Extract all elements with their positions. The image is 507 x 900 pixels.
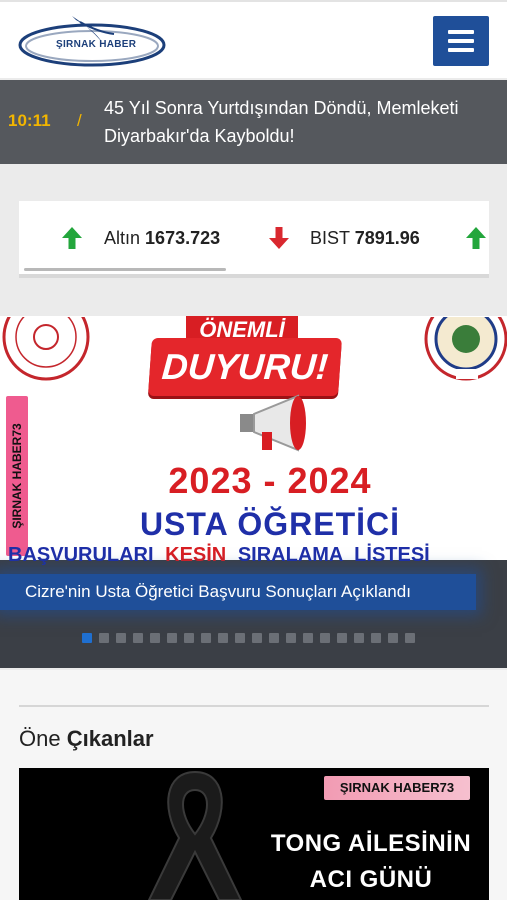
slider-dot[interactable] (116, 633, 126, 643)
slider-dot[interactable] (133, 633, 143, 643)
slider-dot[interactable] (150, 633, 160, 643)
featured-heading-prefix: Öne (19, 726, 61, 751)
site-header: ŞIRNAK HABER (0, 0, 507, 78)
ministry-seal-icon (2, 317, 90, 381)
slider-dot[interactable] (252, 633, 262, 643)
slide-duyuru-label: DUYURU! (147, 338, 343, 396)
arrow-up-icon (62, 227, 82, 249)
slider-dot[interactable] (354, 633, 364, 643)
black-ribbon-icon (147, 770, 243, 900)
breaking-news-time: 10:11 (8, 111, 51, 130)
slider-dot[interactable] (405, 633, 415, 643)
megaphone-icon (240, 394, 306, 452)
headline-slider[interactable]: ÖNEMLİ DUYURU! ŞIRNAK HABER73 2023 - 202… (0, 316, 507, 668)
ticker-value: 1673.723 (145, 228, 221, 248)
market-ticker: Altın 1673.723 BIST 7891.96 (19, 201, 489, 277)
featured-card-tag: ŞIRNAK HABER73 (324, 776, 470, 800)
breaking-news-bar: 10:11 / 45 Yıl Sonra Yurtdışından Döndü,… (0, 80, 507, 164)
breaking-news-separator: / (77, 111, 82, 130)
ticker-value: 7891.96 (354, 228, 420, 248)
slider-dot[interactable] (337, 633, 347, 643)
slide-usta-text: USTA ÖĞRETİCİ (139, 506, 401, 542)
ticker-item-gold[interactable]: Altın 1673.723 (104, 228, 220, 249)
logo-text: ŞIRNAK HABER (56, 39, 137, 50)
ticker-label: Altın (104, 228, 141, 248)
slider-dot[interactable] (99, 633, 109, 643)
slide-basvuru-part3: SIRALAMA LİSTESİ (237, 544, 430, 566)
slide-caption[interactable]: Cizre'nin Usta Öğretici Başvuru Sonuçlar… (0, 574, 476, 610)
slider-dot[interactable] (235, 633, 245, 643)
slider-dot[interactable] (201, 633, 211, 643)
slider-dot[interactable] (303, 633, 313, 643)
slide-caption-text: Cizre'nin Usta Öğretici Başvuru Sonuçlar… (25, 582, 411, 601)
ticker-label: BIST (310, 228, 350, 248)
featured-heading-bold: Çıkanlar (66, 726, 154, 751)
hamburger-menu-icon (448, 30, 474, 34)
slider-dot[interactable] (167, 633, 177, 643)
school-seal-icon (424, 317, 507, 381)
arrow-up-icon (466, 227, 486, 249)
slider-dot[interactable] (388, 633, 398, 643)
arrow-down-icon (269, 227, 289, 249)
slider-dot[interactable] (286, 633, 296, 643)
breaking-news-headline[interactable]: 45 Yıl Sonra Yurtdışından Döndü, Memleke… (104, 94, 499, 150)
slider-pagination (82, 633, 415, 643)
slider-dot[interactable] (320, 633, 330, 643)
site-logo[interactable]: ŞIRNAK HABER (18, 12, 170, 70)
slide-basvuru-part1: BAŞVURULARI (8, 544, 154, 566)
featured-card-line1: TONG AİLESİNİN (270, 830, 472, 857)
featured-card-line2: ACI GÜNÜ (309, 866, 433, 893)
ticker-divider (19, 274, 489, 278)
slide-basvuru-part2: KESİN (165, 544, 227, 566)
featured-heading: Öne Çıkanlar (19, 726, 154, 752)
slider-dot[interactable] (184, 633, 194, 643)
featured-divider (19, 705, 489, 707)
ticker-item-bist[interactable]: BIST 7891.96 (310, 228, 420, 249)
hamburger-menu-button[interactable] (433, 16, 489, 66)
slider-dot[interactable] (269, 633, 279, 643)
featured-card[interactable]: ŞIRNAK HABER73 TONG AİLESİNİN ACI GÜNÜ (19, 768, 489, 900)
ticker-scroll-indicator (24, 268, 226, 271)
slider-dot[interactable] (218, 633, 228, 643)
slider-dot[interactable] (82, 633, 92, 643)
slide-basvuru-text: BAŞVURULARI KESİN SIRALAMA LİSTESİ (8, 544, 507, 567)
slide-years: 2023 - 2024 (168, 460, 372, 501)
slider-dot[interactable] (371, 633, 381, 643)
